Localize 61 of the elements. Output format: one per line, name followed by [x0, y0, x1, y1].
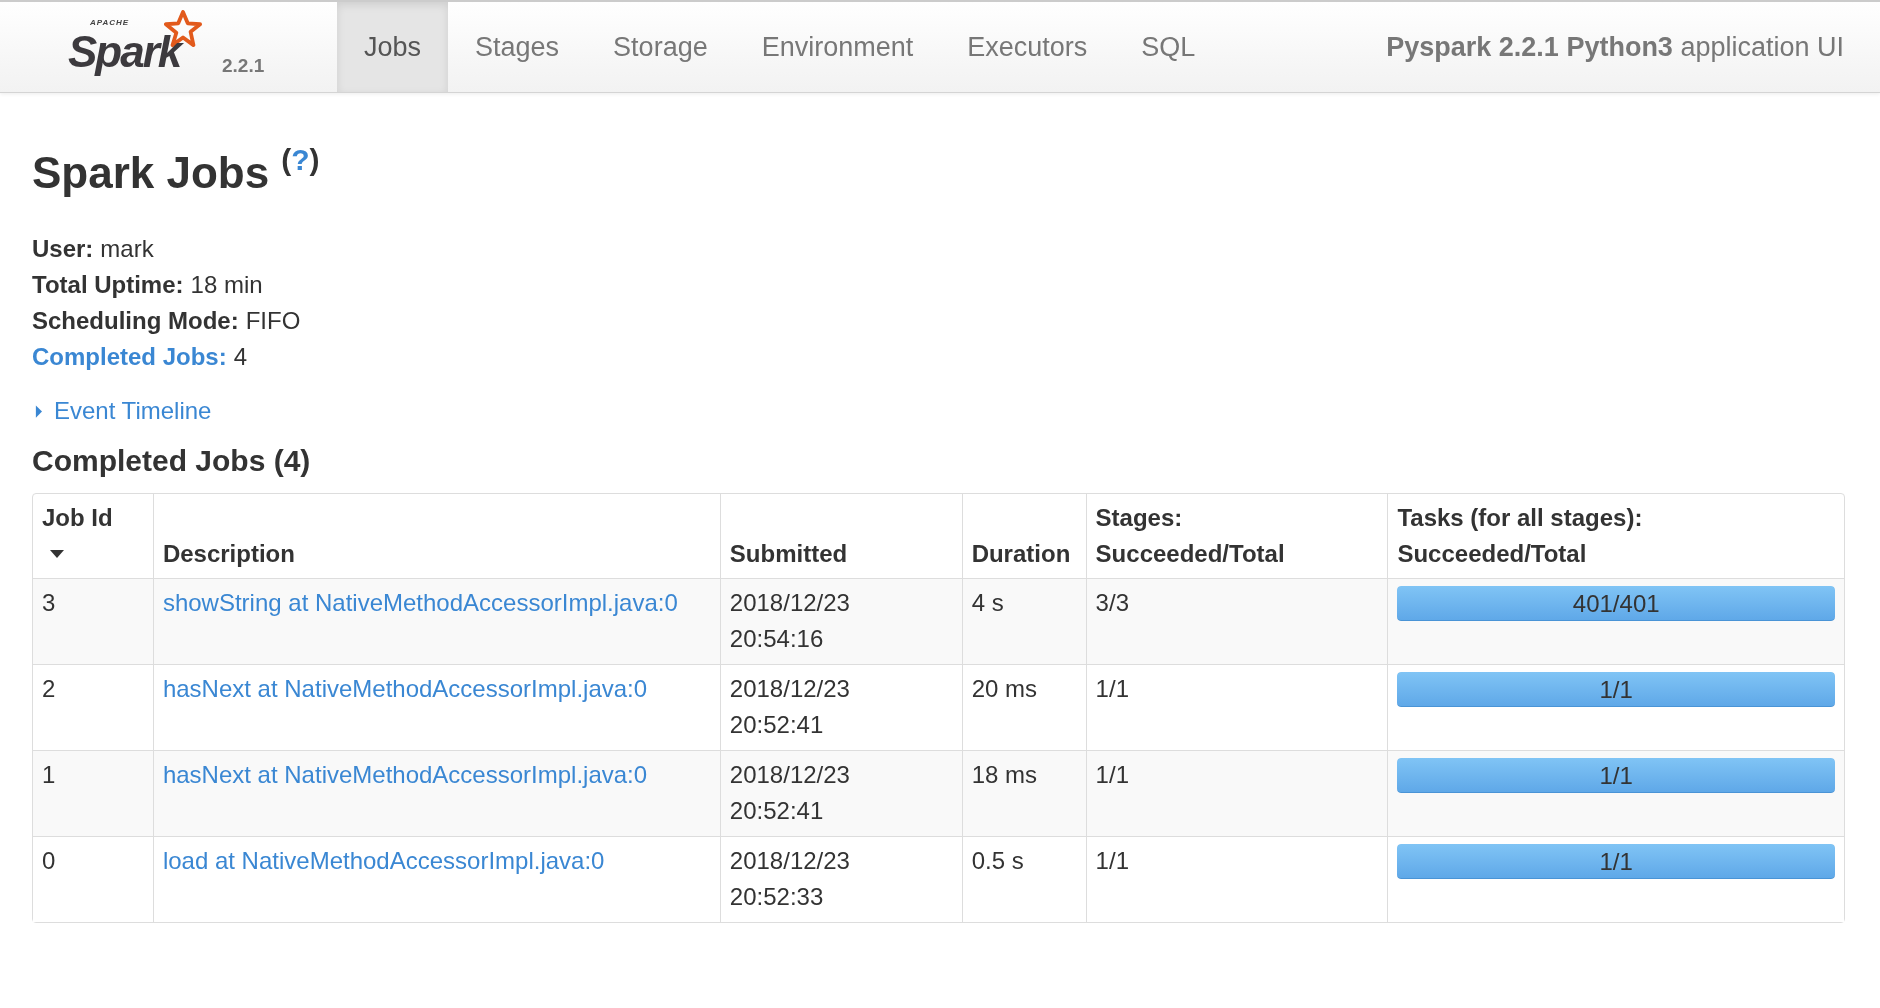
- nav-tab[interactable]: Environment: [734, 2, 941, 92]
- summary-label: Total Uptime:: [32, 270, 184, 300]
- summary-value: 4: [233, 342, 248, 372]
- column-header: Submitted: [729, 539, 849, 569]
- stages-count: 1/1: [1095, 847, 1129, 874]
- nav-tab[interactable]: Storage: [586, 2, 735, 92]
- job-id: 0: [42, 847, 56, 874]
- help-link[interactable]: ?: [291, 137, 310, 182]
- summary-value: FIFO: [245, 306, 301, 336]
- event-timeline-link[interactable]: Event Timeline: [54, 393, 212, 429]
- duration: 4 s: [971, 589, 1004, 616]
- summary-label: User:: [32, 234, 94, 264]
- submitted-time: 20:52:33: [729, 882, 825, 912]
- job-description-link[interactable]: showString at NativeMethodAccessorImpl.java:0: [162, 589, 678, 616]
- progress-label: 1/1: [1599, 846, 1633, 877]
- summary-value: mark: [100, 234, 154, 264]
- column-header: Stages:: [1095, 503, 1184, 533]
- submitted-time: 20:52:41: [729, 710, 825, 740]
- nav-tab[interactable]: Executors: [940, 2, 1115, 92]
- column-header: Duration: [971, 539, 1072, 569]
- submitted-time: 2018/12/23: [729, 846, 851, 876]
- column-header: Tasks (for all stages):: [1397, 503, 1644, 533]
- duration: 0.5 s: [971, 847, 1024, 874]
- nav-tab[interactable]: Jobs: [337, 2, 449, 92]
- job-id: 2: [42, 675, 56, 702]
- section-title: Completed Jobs (4): [32, 443, 312, 479]
- submitted-time: 20:52:41: [729, 796, 825, 826]
- duration: 20 ms: [971, 675, 1037, 702]
- progress-label: 401/401: [1572, 588, 1660, 619]
- job-description-link[interactable]: load at NativeMethodAccessorImpl.java:0: [162, 847, 605, 874]
- job-id: 3: [42, 589, 56, 616]
- column-header: Job Id: [42, 503, 114, 533]
- summary-value: 18 min: [190, 270, 263, 300]
- column-header: Succeeded/Total: [1095, 539, 1286, 569]
- submitted-time: 2018/12/23: [729, 760, 851, 790]
- progress-label: 1/1: [1599, 760, 1633, 791]
- nav-tab[interactable]: SQL: [1114, 2, 1223, 92]
- submitted-time: 20:54:16: [729, 624, 825, 654]
- caret-icon[interactable]: [35, 404, 42, 418]
- submitted-time: 2018/12/23: [729, 674, 851, 704]
- job-description-link[interactable]: hasNext at NativeMethodAccessorImpl.java:0: [162, 761, 648, 788]
- help-paren: ): [309, 142, 320, 178]
- summary-label: Scheduling Mode:: [32, 306, 239, 336]
- sort-icon[interactable]: [50, 550, 64, 558]
- app-title: Pyspark 2.2.1 Python3 application UI: [1386, 30, 1844, 64]
- stages-count: 3/3: [1095, 589, 1129, 616]
- nav-tab[interactable]: Stages: [448, 2, 587, 92]
- version-label: 2.2.1: [222, 53, 265, 78]
- column-header: Succeeded/Total: [1397, 539, 1588, 569]
- page-title: Spark Jobs: [32, 147, 270, 199]
- progress-label: 1/1: [1599, 674, 1633, 705]
- help-paren: (: [281, 142, 292, 178]
- job-id: 1: [42, 761, 56, 788]
- submitted-time: 2018/12/23: [729, 588, 851, 618]
- summary-link[interactable]: Completed Jobs:: [32, 339, 227, 375]
- stages-count: 1/1: [1095, 761, 1129, 788]
- duration: 18 ms: [971, 761, 1037, 788]
- logo-subtitle: APACHE: [90, 18, 130, 28]
- job-description-link[interactable]: hasNext at NativeMethodAccessorImpl.java:0: [162, 675, 648, 702]
- stages-count: 1/1: [1095, 675, 1129, 702]
- column-header: Description: [162, 539, 296, 569]
